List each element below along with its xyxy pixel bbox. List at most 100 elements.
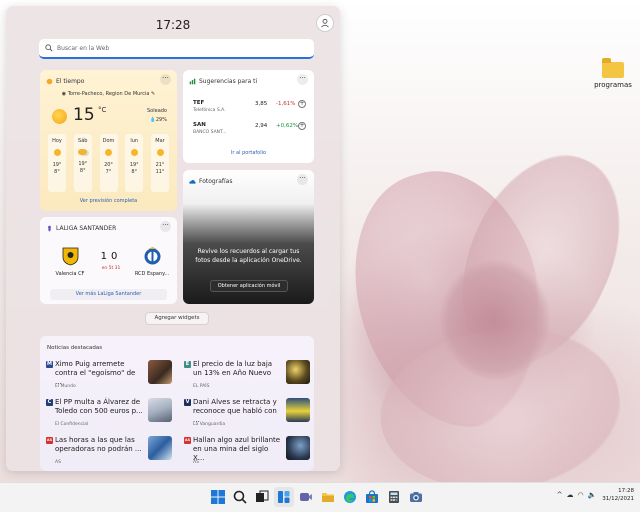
laliga-more-button[interactable]: ··· [160,221,171,232]
stock-row[interactable]: TEF Telefónica S.A. 3,85 -1,61% + [193,100,306,118]
news-item[interactable]: AS Las horas a las que las operadoras no… [46,436,172,471]
sunny-icon [156,149,164,156]
news-item[interactable]: E El precio de la luz baja un 13% en Año… [184,360,310,395]
news-source: AS [55,460,61,465]
news-item[interactable]: AS Hallan algo azul brillante en una min… [184,436,310,471]
edit-icon[interactable]: ✎ [149,91,155,97]
taskbar-date: 31/12/2021 [602,496,634,502]
photos-widget[interactable]: Fotografías ··· Revive los recuerdos al … [183,170,314,304]
news-thumbnail [286,360,310,384]
add-widgets-button[interactable]: Agregar widgets [145,312,209,325]
file-explorer-button[interactable] [318,487,338,507]
forecast-lo: 7° [105,169,112,175]
calculator-icon [389,491,399,503]
stock-ticker: SAN [193,122,206,128]
forecast-day-name: Hoy [52,138,62,144]
laliga-widget[interactable]: LALIGA SANTANDER ··· Valencia CF 10 en 5… [40,217,177,304]
teams-chat-icon [300,493,312,501]
profile-avatar[interactable] [316,14,334,32]
news-thumbnail [148,398,172,422]
news-item[interactable]: C El PP multa a Álvarez de Toledo con 50… [46,398,172,433]
photos-header: Fotografías [189,175,308,187]
sunny-icon [105,149,112,156]
stock-row[interactable]: SAN BANCO SANT... 2,94 +0,62% + [193,122,306,140]
forecast-day[interactable]: lun 19° 8° [125,134,144,192]
home-team-name: Valencia CF [55,271,85,277]
photos-more-button[interactable]: ··· [297,174,308,185]
laliga-more-link[interactable]: Ver más LaLiga Santander [50,289,167,300]
weather-location[interactable]: ◉ Torre-Pacheco, Region De Murcia ✎ [40,91,177,97]
news-headline: Hallan algo azul brillante en una mina d… [193,436,281,462]
stock-price: 3,85 [255,101,268,107]
stock-change: -1,61% [276,101,296,107]
weather-widget[interactable]: El tiempo ··· ◉ Torre-Pacheco, Region De… [40,70,177,211]
stocks-more-button[interactable]: ··· [297,74,308,85]
forecast-day[interactable]: Dom 20° 7° [99,134,118,192]
task-view-button[interactable] [252,487,272,507]
forecast-day-name: Sáb [78,138,88,144]
away-team[interactable]: RCD Espany... [132,247,172,277]
weather-location-text: Torre-Pacheco, Region De Murcia [67,91,150,97]
weather-rain: 💧29% [147,116,167,125]
news-headline: Las horas a las que las operadoras no po… [55,436,142,453]
chat-button[interactable] [296,487,316,507]
news-thumbnail [286,398,310,422]
stock-company: BANCO SANT... [193,130,227,135]
stocks-widget[interactable]: Sugerencias para ti ··· TEF Telefónica S… [183,70,314,163]
panel-time: 17:28 [155,18,191,32]
add-stock-icon[interactable]: + [298,122,306,130]
portfolio-link[interactable]: Ir al portafolio [183,150,314,156]
search-button[interactable] [230,487,250,507]
desktop-folder-programas[interactable]: programas [592,58,634,89]
taskbar-clock[interactable]: 17:28 31/12/2021 [602,487,634,503]
weather-title: El tiempo [56,77,85,85]
espanyol-crest-icon [144,247,160,265]
onedrive-cloud-icon [189,179,196,184]
stocks-title: Sugerencias para ti [199,77,258,85]
widgets-button[interactable] [274,487,294,507]
edge-browser-button[interactable] [340,487,360,507]
camera-button[interactable] [406,487,426,507]
forecast-lo: 8° [54,169,60,175]
calculator-button[interactable] [384,487,404,507]
news-widget[interactable]: Noticias destacadas M Ximo Puig arremete… [40,336,314,471]
news-title: Noticias destacadas [47,345,103,351]
forecast-days: Hoy 19° 8° Sáb 19° 8° Dom 20° 7° lun 19° 8° Mar 2… [48,134,169,194]
onedrive-cloud-icon[interactable]: ☁ [566,491,573,499]
home-team[interactable]: Valencia CF [50,247,90,277]
system-tray: ^ ☁ ◠ 🔈 17:28 31/12/2021 [557,487,634,503]
forecast-day[interactable]: Mar 21° 11° [151,134,169,192]
source-logo-icon: V [184,399,191,406]
news-source: La Vanguardia [193,422,226,427]
partly-cloudy-icon [78,149,88,155]
away-team-name: RCD Espany... [134,271,170,277]
folder-icon [322,493,334,502]
home-score: 1 [100,251,111,262]
forecast-hi: 19° [52,162,62,168]
start-button[interactable] [208,487,228,507]
forecast-hi: 19° [129,162,139,168]
forecast-day[interactable]: Hoy 19° 8° [48,134,66,192]
news-source: El Mundo [55,384,76,389]
stocks-header: Sugerencias para ti [189,75,308,87]
web-search-input[interactable]: Buscar en la Web [39,39,314,59]
weather-temperature: 15 [73,105,95,125]
wifi-icon[interactable]: ◠ [577,491,583,499]
forecast-hi: 21° [155,162,165,168]
weather-full-forecast-link[interactable]: Ver previsión completa [40,198,177,204]
news-item[interactable]: M Ximo Puig arremete contra el "egoísmo"… [46,360,172,395]
weather-more-button[interactable]: ··· [160,74,171,85]
forecast-day[interactable]: Sáb 19° 8° [73,134,92,192]
microsoft-store-button[interactable] [362,487,382,507]
weather-unit-toggle[interactable]: °C [98,106,106,114]
show-hidden-icons-button[interactable]: ^ [557,491,563,499]
news-headline: Dani Alves se retracta y reconoce que ha… [193,398,277,424]
get-mobile-app-button[interactable]: Obtener aplicación móvil [210,280,288,292]
source-logo-icon: M [46,361,53,368]
volume-icon[interactable]: 🔈 [588,491,597,499]
weather-condition-text: Soleado [147,108,167,114]
sunny-icon [130,149,138,156]
add-stock-icon[interactable]: + [298,100,306,108]
news-item[interactable]: V Dani Alves se retracta y reconoce que … [184,398,310,433]
forecast-hi: 20° [104,162,113,168]
